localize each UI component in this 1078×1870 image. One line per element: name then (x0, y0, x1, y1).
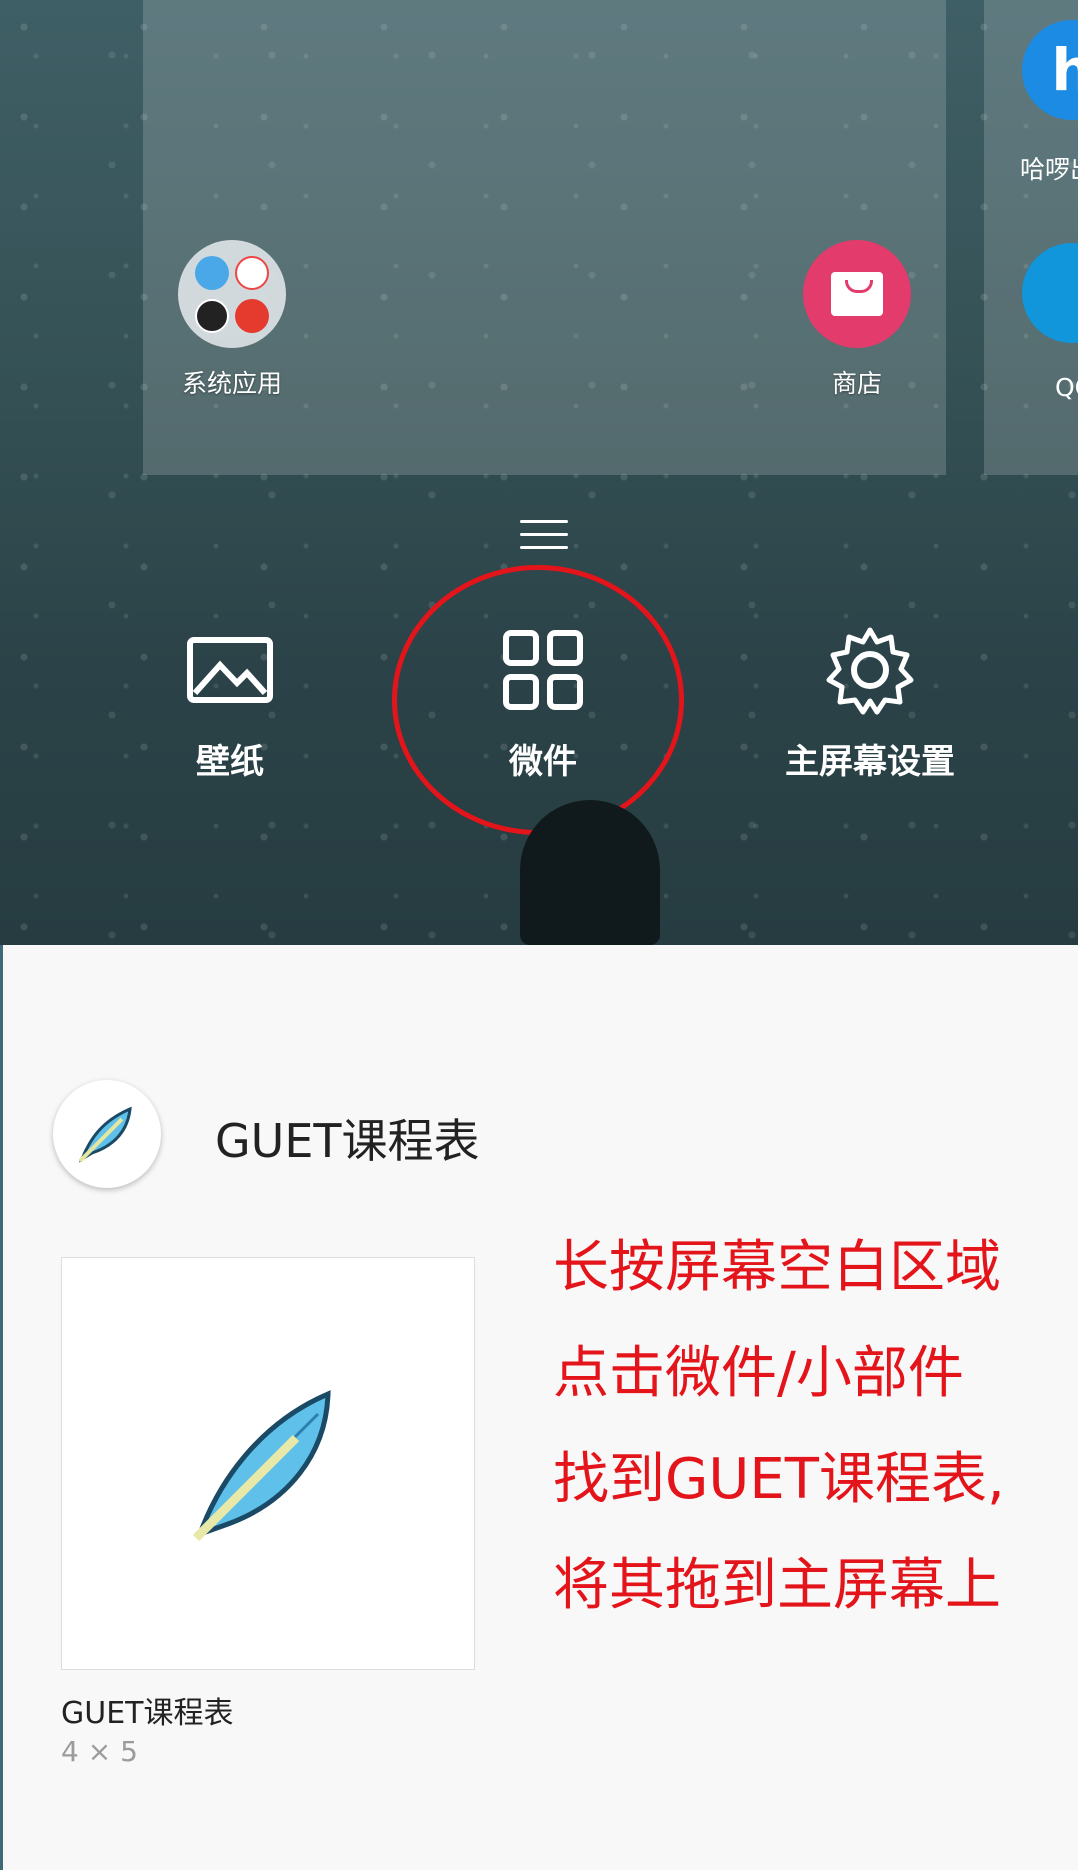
instruction-line: 将其拖到主屏幕上 (553, 1553, 1001, 1618)
instruction-annotation: 长按屏幕空白区域 点击微件/小部件 找到GUET课程表, 将其拖到主屏幕上 (553, 1215, 1073, 1639)
calendar-icon (235, 255, 269, 290)
instruction-line: 点击微件/小部件 (553, 1341, 964, 1406)
shopping-bag-icon (803, 240, 911, 348)
pen-icon (235, 298, 269, 333)
feather-icon (78, 1106, 132, 1163)
store-app[interactable]: 商店 (767, 240, 947, 400)
app-label: QQ (1055, 373, 1078, 402)
guet-app-icon[interactable] (53, 1080, 161, 1188)
widget-preview[interactable] (61, 1257, 475, 1670)
wallpaper-icon (187, 637, 273, 703)
widget-size: 4 × 5 (61, 1735, 138, 1768)
home-screen-background: 系统应用 商店 h 哈啰出 QQ 壁纸 微件 主屏幕设置 (0, 0, 1078, 945)
instruction-line: 找到GUET课程表, (553, 1447, 1005, 1512)
app-title: GUET课程表 (215, 1114, 480, 1168)
wallpaper-label: 壁纸 (196, 742, 264, 782)
home-screen-settings-label: 主屏幕设置 (785, 742, 955, 782)
instruction-line: 长按屏幕空白区域 (553, 1235, 1001, 1300)
system-apps-folder[interactable]: 系统应用 (142, 240, 322, 400)
wallpaper-button[interactable]: 壁纸 (175, 625, 285, 783)
gear-icon (826, 627, 914, 715)
recorder-icon (195, 298, 229, 333)
home-page-preview[interactable] (143, 0, 946, 475)
cloud-icon (195, 255, 229, 290)
home-screen-settings-button[interactable]: 主屏幕设置 (755, 625, 985, 783)
app-label: 商店 (831, 369, 882, 398)
menu-lines-icon[interactable] (520, 520, 568, 560)
feather-icon (192, 1389, 331, 1541)
app-label: 系统应用 (181, 369, 282, 398)
folder-icon (178, 240, 286, 348)
widget-name: GUET课程表 (61, 1696, 234, 1731)
wallpaper-figure (520, 800, 660, 945)
app-label: 哈啰出 (1020, 155, 1078, 184)
highlight-circle-annotation (392, 565, 684, 835)
